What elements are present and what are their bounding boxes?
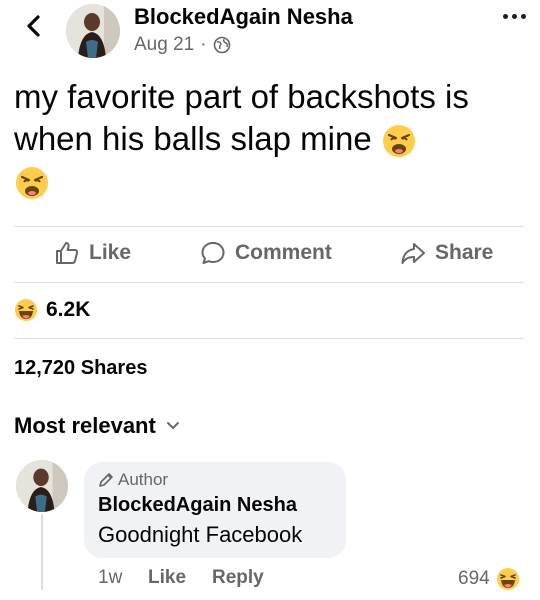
comment-bubble-icon (201, 242, 225, 264)
comment-reaction-summary[interactable]: 694 (458, 567, 520, 591)
post-date[interactable]: Aug 21 (134, 34, 194, 56)
comment-sort-dropdown[interactable]: Most relevant (14, 413, 180, 439)
weary-face-emoji-icon (16, 167, 48, 200)
comment-reply-button[interactable]: Reply (212, 567, 264, 589)
divider (14, 226, 524, 227)
back-chevron-icon[interactable] (20, 12, 48, 40)
comment-label: Comment (235, 241, 332, 264)
more-options-icon[interactable] (503, 14, 526, 19)
comment-timestamp[interactable]: 1w (98, 567, 122, 589)
share-label: Share (435, 241, 494, 264)
thread-line (41, 514, 43, 590)
avatar-photo (16, 460, 68, 512)
haha-reaction-icon (496, 568, 519, 590)
pencil-icon (99, 473, 113, 487)
share-button[interactable]: Share (400, 240, 493, 266)
post-author-name[interactable]: BlockedAgain Nesha (134, 4, 353, 30)
avatar[interactable] (66, 4, 120, 58)
comment-author-name[interactable]: BlockedAgain Nesha (98, 494, 297, 517)
like-button[interactable]: Like (54, 240, 131, 266)
comment-button[interactable]: Comment (200, 240, 332, 266)
author-badge-label: Author (118, 470, 169, 489)
divider (14, 338, 524, 339)
divider (14, 282, 524, 283)
thumbs-up-icon (56, 242, 79, 264)
reaction-summary[interactable]: 6.2K (14, 298, 90, 322)
sort-label: Most relevant (14, 413, 156, 438)
weary-face-emoji-icon (382, 125, 415, 158)
author-badge: Author (98, 470, 168, 490)
haha-reaction-icon (15, 299, 37, 321)
post-meta: Aug 21 · (134, 34, 231, 56)
chevron-down-icon (166, 422, 179, 430)
comment-avatar[interactable] (16, 460, 68, 512)
post-body: my favorite part of backshots is when hi… (14, 76, 524, 202)
globe-icon (213, 36, 230, 54)
avatar-photo (66, 4, 120, 58)
reaction-count: 6.2K (46, 298, 91, 321)
share-arrow-icon (401, 243, 425, 264)
meta-separator: · (200, 34, 207, 55)
comment-reaction-count: 694 (458, 568, 490, 589)
share-count[interactable]: 12,720 Shares (14, 357, 147, 380)
comment-like-button[interactable]: Like (148, 567, 186, 589)
comment-text: Goodnight Facebook (98, 522, 303, 547)
like-label: Like (89, 241, 132, 264)
